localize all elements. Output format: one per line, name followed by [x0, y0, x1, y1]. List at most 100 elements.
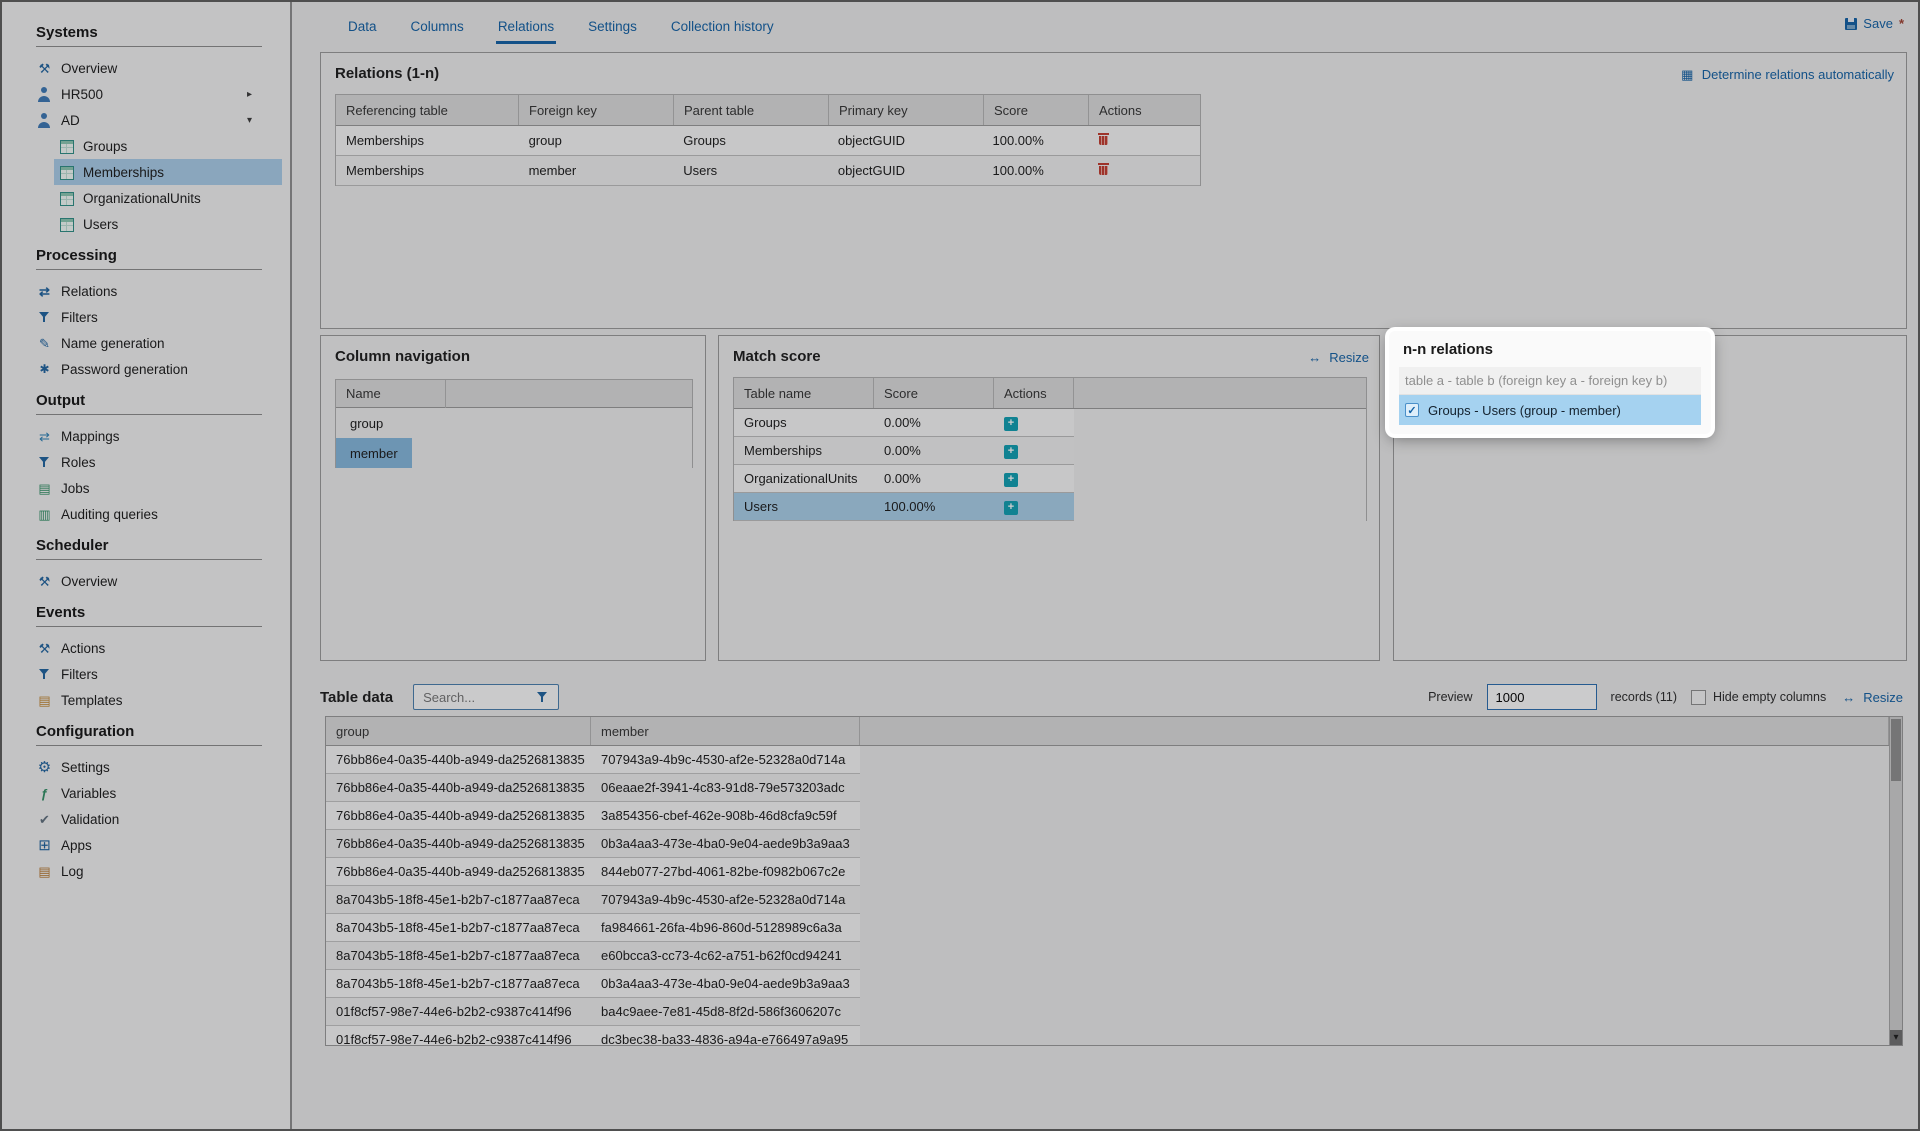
- divider: [36, 559, 262, 560]
- table-data-row[interactable]: 76bb86e4-0a35-440b-a949-da2526813835 0b3…: [326, 830, 860, 858]
- sidebar: Systems Overview HR500 ▸: [2, 2, 292, 1129]
- sidebar-item[interactable]: Validation: [2, 806, 282, 832]
- table-data-row[interactable]: 01f8cf57-98e7-44e6-b2b2-c9387c414f96 dc3…: [326, 1026, 860, 1046]
- table-data-row[interactable]: 8a7043b5-18f8-45e1-b2b7-c1877aa87eca e60…: [326, 942, 860, 970]
- sidebar-item[interactable]: Name generation: [2, 330, 282, 356]
- sidebar-item[interactable]: Log: [2, 858, 282, 884]
- search-box[interactable]: [413, 684, 559, 710]
- group-guid-cell: 8a7043b5-18f8-45e1-b2b7-c1877aa87eca: [326, 920, 591, 935]
- add-relation-icon[interactable]: [1004, 417, 1018, 431]
- sidebar-item[interactable]: Filters: [2, 661, 282, 687]
- nn-relation-option[interactable]: Groups - Users (group - member): [1399, 395, 1701, 425]
- search-input[interactable]: [421, 689, 528, 706]
- delete-relation-icon[interactable]: [1097, 162, 1111, 177]
- sidebar-item[interactable]: Roles: [2, 449, 282, 475]
- sidebar-item[interactable]: Mappings: [2, 423, 282, 449]
- table-data-row[interactable]: 01f8cf57-98e7-44e6-b2b2-c9387c414f96 ba4…: [326, 998, 860, 1026]
- sidebar-heading-systems: Systems: [2, 14, 290, 46]
- score-cell: 100.00%: [982, 163, 1087, 178]
- sidebar-item[interactable]: AD ▾: [2, 107, 282, 133]
- member-guid-cell: dc3bec38-ba33-4836-a94a-e766497a9a95: [591, 1032, 860, 1046]
- scroll-down-button[interactable]: [1890, 1030, 1902, 1045]
- table-data-row[interactable]: 76bb86e4-0a35-440b-a949-da2526813835 707…: [326, 746, 860, 774]
- sidebar-item[interactable]: Templates: [2, 687, 282, 713]
- table-data-row[interactable]: 76bb86e4-0a35-440b-a949-da2526813835 06e…: [326, 774, 860, 802]
- score-cell: 0.00%: [874, 415, 994, 430]
- column-row[interactable]: group: [336, 408, 692, 438]
- table-data-title: Table data: [320, 689, 393, 706]
- score-cell: 100.00%: [982, 133, 1087, 148]
- match-score-body: Groups 0.00% Memberships 0.00% Organizat: [734, 409, 1074, 521]
- parent-table-cell: Users: [673, 163, 828, 178]
- table-scrollbar[interactable]: [1889, 717, 1902, 1045]
- tab[interactable]: Columns: [409, 13, 466, 44]
- expander-icon[interactable]: ▾: [247, 115, 252, 126]
- records-count: records (11): [1611, 690, 1677, 704]
- sidebar-item[interactable]: Auditing queries: [2, 501, 282, 527]
- sidebar-item-label: Users: [83, 217, 118, 232]
- foreign-key-cell: group: [519, 133, 674, 148]
- sidebar-item-label: HR500: [61, 87, 103, 102]
- column-header: Referencing table: [336, 95, 519, 125]
- match-score-header: Table name Score Actions: [734, 378, 1366, 409]
- sidebar-item[interactable]: Users: [54, 211, 282, 237]
- table-data-row[interactable]: 76bb86e4-0a35-440b-a949-da2526813835 844…: [326, 858, 860, 886]
- sidebar-item[interactable]: Memberships: [54, 159, 282, 185]
- tab[interactable]: Data: [346, 13, 379, 44]
- tab[interactable]: Settings: [586, 13, 639, 44]
- mappings-icon: [36, 429, 53, 444]
- checkbox-unchecked-icon[interactable]: [1691, 690, 1706, 705]
- sidebar-item-label: OrganizationalUnits: [83, 191, 201, 206]
- sidebar-item[interactable]: Variables: [2, 780, 282, 806]
- match-score-row[interactable]: Users 100.00%: [734, 493, 1074, 521]
- resize-button[interactable]: Resize: [1306, 350, 1369, 365]
- funnel-icon: [36, 667, 53, 682]
- add-relation-icon[interactable]: [1004, 501, 1018, 515]
- sidebar-item[interactable]: HR500 ▸: [2, 81, 282, 107]
- add-relation-icon[interactable]: [1004, 473, 1018, 487]
- checkbox-checked-icon[interactable]: [1405, 403, 1419, 417]
- foreign-key-cell: member: [519, 163, 674, 178]
- determine-relations-button[interactable]: Determine relations automatically: [1679, 67, 1894, 82]
- save-icon: [1845, 18, 1857, 30]
- table-data-row[interactable]: 76bb86e4-0a35-440b-a949-da2526813835 3a8…: [326, 802, 860, 830]
- scrollbar-thumb[interactable]: [1891, 719, 1901, 781]
- save-button[interactable]: Save *: [1845, 16, 1904, 31]
- column-row[interactable]: member: [336, 438, 692, 468]
- table-data-row[interactable]: 8a7043b5-18f8-45e1-b2b7-c1877aa87eca 707…: [326, 886, 860, 914]
- match-score-row[interactable]: Groups 0.00%: [734, 409, 1074, 437]
- relation-row[interactable]: Memberships member Users objectGUID 100.…: [336, 156, 1200, 186]
- sidebar-item[interactable]: Jobs: [2, 475, 282, 501]
- match-score-title: Match score: [719, 336, 1379, 373]
- expander-icon[interactable]: ▸: [247, 89, 252, 100]
- sidebar-item[interactable]: Filters: [2, 304, 282, 330]
- parent-table-cell: Groups: [673, 133, 828, 148]
- tab[interactable]: Relations: [496, 13, 556, 44]
- table-data-row[interactable]: 8a7043b5-18f8-45e1-b2b7-c1877aa87eca 0b3…: [326, 970, 860, 998]
- sidebar-item[interactable]: Groups: [54, 133, 282, 159]
- tab[interactable]: Collection history: [669, 13, 776, 44]
- table-data-resize-button[interactable]: Resize: [1840, 690, 1903, 705]
- table-data-row[interactable]: 8a7043b5-18f8-45e1-b2b7-c1877aa87eca fa9…: [326, 914, 860, 942]
- sidebar-item[interactable]: Actions: [2, 635, 282, 661]
- sidebar-item[interactable]: Settings: [2, 754, 282, 780]
- primary-key-cell: objectGUID: [828, 163, 983, 178]
- sidebar-item[interactable]: Relations: [2, 278, 282, 304]
- match-score-row[interactable]: Memberships 0.00%: [734, 437, 1074, 465]
- hide-empty-columns-toggle[interactable]: Hide empty columns: [1691, 690, 1826, 705]
- sidebar-item[interactable]: Apps: [2, 832, 282, 858]
- add-relation-icon[interactable]: [1004, 445, 1018, 459]
- sidebar-item[interactable]: OrganizationalUnits: [54, 185, 282, 211]
- relation-row[interactable]: Memberships group Groups objectGUID 100.…: [336, 126, 1200, 156]
- sidebar-section-configuration: Configuration Settings Variables: [2, 713, 290, 884]
- sidebar-item[interactable]: Overview: [2, 568, 282, 594]
- search-filter-icon[interactable]: [534, 690, 551, 705]
- sidebar-item-label: Variables: [61, 786, 116, 801]
- preview-count-input[interactable]: [1487, 684, 1597, 710]
- match-score-row[interactable]: OrganizationalUnits 0.00%: [734, 465, 1074, 493]
- sidebar-item[interactable]: Overview: [2, 55, 282, 81]
- sidebar-item[interactable]: Password generation: [2, 356, 282, 382]
- sidebar-item-label: Mappings: [61, 429, 120, 444]
- delete-relation-icon[interactable]: [1097, 132, 1111, 147]
- sidebar-item-label: Relations: [61, 284, 117, 299]
